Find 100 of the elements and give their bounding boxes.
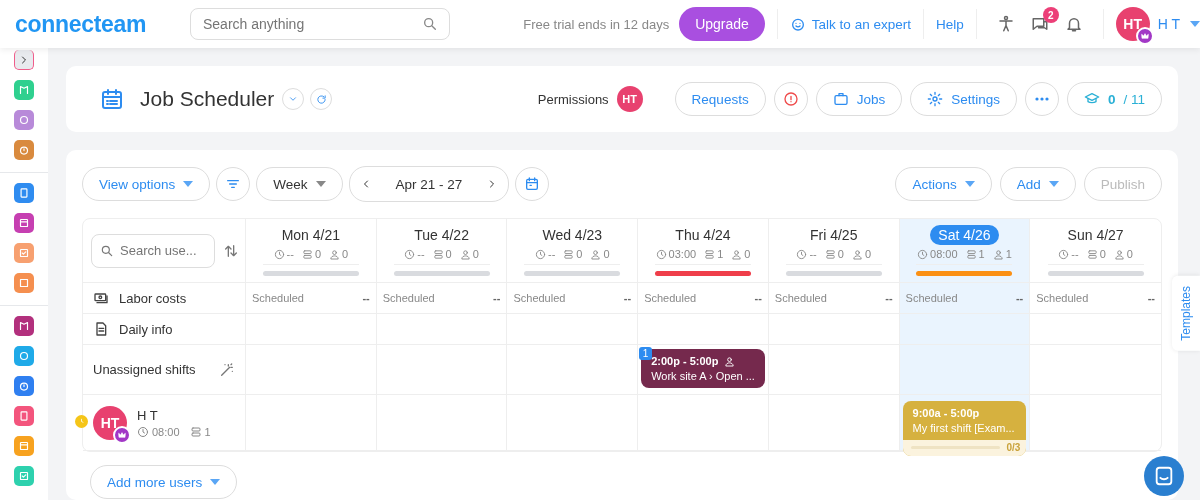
jobs-count: 0: [314, 248, 321, 260]
onboarding-progress-button[interactable]: 0 / 11: [1066, 82, 1162, 116]
cash-icon: [93, 290, 109, 306]
app-icon: [17, 113, 31, 127]
search-icon: [100, 243, 114, 258]
app-icon: [17, 246, 31, 260]
sidebar-app[interactable]: [14, 316, 34, 336]
user-avatar[interactable]: HT: [1115, 7, 1150, 41]
schedule-cell[interactable]: Scheduled --: [768, 283, 900, 314]
stack-icon: [189, 425, 202, 438]
templates-tab[interactable]: Templates: [1172, 276, 1200, 351]
person-icon: [996, 15, 1015, 33]
filter-button[interactable]: [216, 167, 251, 201]
schedule-cell[interactable]: 1 2:00p - 5:00p Work site A › Open ...: [638, 345, 769, 395]
face-icon: [789, 16, 806, 32]
schedule-cell[interactable]: [507, 345, 639, 395]
search-field[interactable]: Search anything: [190, 8, 450, 40]
magic-wand-icon: [219, 361, 235, 378]
document-icon: [93, 321, 109, 337]
view-options-dropdown[interactable]: View options: [82, 167, 211, 201]
range-dropdown[interactable]: Week: [256, 167, 343, 201]
schedule-cell[interactable]: Scheduled --: [246, 283, 377, 314]
day-header[interactable]: Sat 4/26: [930, 225, 999, 245]
caret-icon: [183, 181, 194, 187]
sort-button[interactable]: [223, 242, 239, 259]
user-name[interactable]: H T: [137, 407, 211, 423]
accessibility-button[interactable]: [996, 15, 1015, 33]
sidebar-toggle[interactable]: [14, 50, 34, 70]
more-button[interactable]: [1024, 82, 1059, 116]
day-header[interactable]: Sun 4/27: [1059, 225, 1132, 245]
crown-icon: [118, 430, 126, 439]
sidebar-app[interactable]: [14, 183, 34, 203]
app-icon: [17, 439, 31, 453]
users-count: 0: [744, 248, 751, 260]
cost-value: --: [885, 292, 893, 304]
sidebar-app[interactable]: [14, 406, 34, 426]
schedule-cell[interactable]: Scheduled --: [638, 283, 769, 314]
sidebar-app[interactable]: [14, 140, 34, 160]
cost-value: --: [362, 292, 370, 304]
jobs-count: 0: [1099, 248, 1106, 260]
settings-button[interactable]: Settings: [910, 82, 1017, 116]
refresh-button[interactable]: [310, 88, 333, 110]
permissions-label: Permissions: [537, 91, 609, 107]
day-header[interactable]: Wed 4/23: [534, 225, 611, 245]
sidebar-app[interactable]: [14, 213, 34, 233]
user-avatar[interactable]: HT: [93, 405, 127, 440]
add-dropdown[interactable]: Add: [999, 167, 1076, 201]
talk-to-expert-link[interactable]: Talk to an expert: [789, 16, 911, 32]
schedule-cell[interactable]: Scheduled --: [899, 283, 1031, 314]
caret-icon: [1190, 21, 1200, 27]
stack-icon: [824, 248, 836, 260]
users-count: 0: [472, 248, 479, 260]
stack-icon: [301, 248, 313, 260]
day-header[interactable]: Fri 4/25: [802, 225, 866, 245]
date-range-navigator[interactable]: Apr 21 - 27: [348, 166, 510, 202]
actions-dropdown[interactable]: Actions: [895, 167, 992, 201]
logo[interactable]: connecteam: [15, 10, 190, 38]
user-name[interactable]: H T: [1157, 16, 1180, 32]
add-more-users-dropdown[interactable]: Add more users: [90, 465, 238, 499]
dropdown-button[interactable]: [282, 88, 305, 110]
auto-assign-button[interactable]: [219, 361, 235, 378]
user-hours: 08:00: [152, 425, 180, 438]
app-icon: [17, 409, 31, 423]
info-button[interactable]: [773, 82, 808, 116]
clock-icon: [273, 248, 285, 260]
shift-card[interactable]: 1 2:00p - 5:00p Work site A › Open ...: [641, 349, 765, 388]
sidebar-app[interactable]: [14, 346, 34, 366]
search-icon: [422, 16, 438, 32]
day-header[interactable]: Thu 4/24: [667, 225, 739, 245]
sidebar-app[interactable]: [14, 376, 34, 396]
user-search-field[interactable]: Search use...: [91, 233, 215, 268]
notifications-button[interactable]: [1064, 15, 1083, 33]
user-jobs: 1: [204, 425, 211, 438]
calendar-button[interactable]: [515, 167, 550, 201]
help-link[interactable]: Help: [935, 16, 964, 32]
schedule-cell[interactable]: Scheduled --: [1030, 283, 1161, 314]
jobs-count: 1: [978, 248, 985, 260]
cost-value: --: [1015, 292, 1024, 304]
jobs-count: 0: [837, 248, 844, 260]
scheduled-label: Scheduled: [1036, 292, 1089, 304]
more-icon: [1034, 97, 1049, 101]
sidebar-app[interactable]: [14, 110, 34, 130]
requests-button[interactable]: Requests: [674, 82, 766, 116]
schedule-cell[interactable]: Scheduled --: [376, 283, 508, 314]
settings-icon: [927, 91, 944, 107]
shift-card[interactable]: 9:00a - 5:00p My first shift [Exam... 0/3: [902, 401, 1027, 456]
stack-icon: [432, 248, 444, 260]
app-icon: [17, 276, 31, 290]
admin-avatar[interactable]: HT: [616, 86, 643, 112]
sort-icon: [223, 242, 239, 259]
jobs-button[interactable]: Jobs: [815, 82, 903, 116]
messages-button[interactable]: [1030, 15, 1049, 33]
day-header[interactable]: Mon 4/21: [273, 225, 349, 245]
schedule-cell[interactable]: Scheduled --: [507, 283, 639, 314]
upgrade-button[interactable]: Upgrade: [679, 7, 765, 41]
caret-icon: [1048, 181, 1059, 187]
users-count: 0: [342, 248, 349, 260]
notification-badge: 2: [1042, 7, 1059, 23]
day-header[interactable]: Tue 4/22: [406, 225, 477, 245]
person-icon: [590, 248, 602, 260]
